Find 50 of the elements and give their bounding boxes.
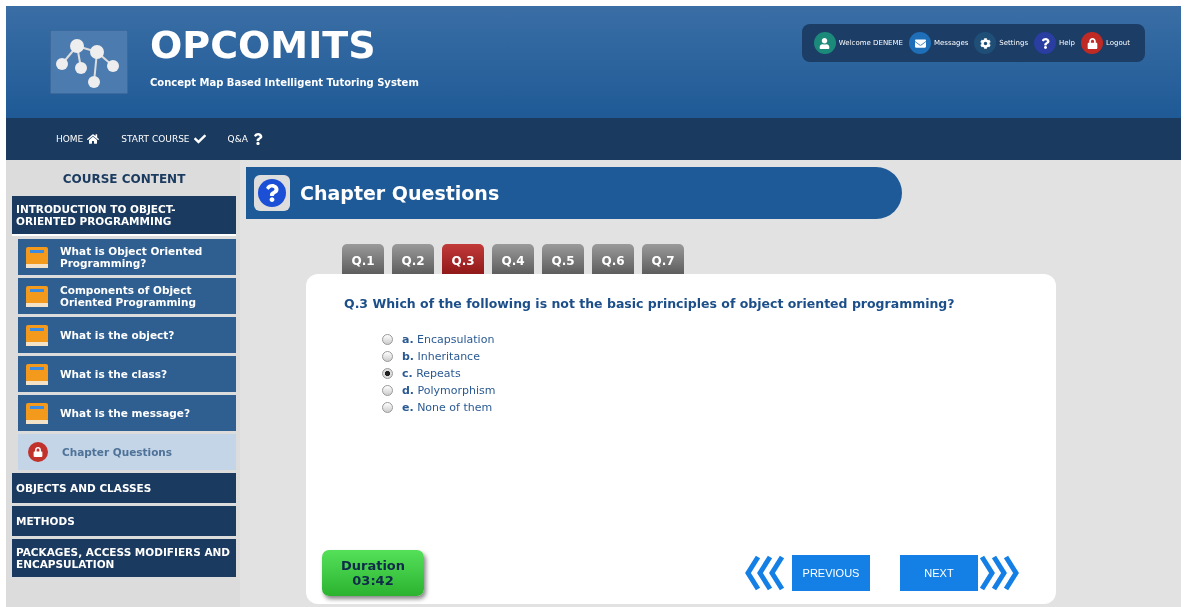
radio-button[interactable] bbox=[382, 402, 393, 413]
book-icon bbox=[24, 400, 50, 426]
radio-button[interactable] bbox=[382, 351, 393, 362]
option-label: c. Repeats bbox=[402, 367, 461, 380]
lesson-item[interactable]: Chapter Questions bbox=[18, 434, 236, 470]
help-icon[interactable] bbox=[1034, 32, 1057, 54]
lesson-label: What is the object? bbox=[60, 329, 175, 341]
chapter-item[interactable]: OBJECTS AND CLASSES bbox=[12, 473, 236, 503]
book-icon bbox=[24, 283, 50, 309]
option-label: e. None of them bbox=[402, 401, 493, 414]
lesson-label: Chapter Questions bbox=[62, 446, 173, 458]
question-text: Q.3 Which of the following is not the basic principles of object oriented programming? bbox=[344, 296, 956, 311]
lesson-item[interactable]: What is the message? bbox=[18, 395, 236, 431]
nav-link[interactable]: Q&A bbox=[227, 133, 264, 145]
lesson-item[interactable]: Components of Object Oriented Programming bbox=[18, 278, 236, 314]
radio-button[interactable] bbox=[382, 334, 393, 345]
nav-link[interactable]: START COURSE bbox=[121, 133, 206, 145]
lock-icon[interactable] bbox=[1081, 32, 1104, 54]
help-icon bbox=[254, 175, 290, 211]
home-icon bbox=[87, 133, 100, 145]
app-subtitle: Concept Map Based Intelligent Tutoring System bbox=[150, 76, 420, 88]
radio-button[interactable] bbox=[382, 368, 393, 379]
chapter-item[interactable]: METHODS bbox=[12, 506, 236, 536]
lesson-label: Components of Object Oriented Programming bbox=[60, 284, 197, 308]
question-mark-icon bbox=[251, 133, 264, 145]
radio-button[interactable] bbox=[382, 385, 393, 396]
nav-link[interactable]: HOME bbox=[56, 133, 100, 145]
chapter-item[interactable]: PACKAGES, ACCESS MODIFIERS AND ENCAPSULATION bbox=[12, 539, 236, 577]
lesson-label: What is Object Oriented Programming? bbox=[60, 245, 204, 269]
lesson-label: What is the message? bbox=[60, 407, 190, 419]
lesson-item[interactable]: What is Object Oriented Programming? bbox=[18, 239, 236, 275]
book-icon bbox=[24, 322, 50, 348]
envelope-icon[interactable] bbox=[909, 32, 931, 54]
option-label: d. Polymorphism bbox=[402, 384, 496, 397]
option-label: a. Encapsulation bbox=[402, 333, 495, 346]
book-icon bbox=[24, 244, 50, 270]
sidebar-title: COURSE CONTENT bbox=[61, 171, 187, 188]
page-title: Chapter Questions bbox=[300, 182, 500, 204]
duration-timer: Duration 03:42 bbox=[322, 550, 424, 596]
option-label: b. Inheritance bbox=[402, 350, 480, 363]
book-icon bbox=[24, 361, 50, 387]
lesson-item[interactable]: What is the class? bbox=[18, 356, 236, 392]
settings-icon[interactable] bbox=[974, 32, 997, 54]
lock-icon bbox=[28, 442, 48, 462]
lesson-item[interactable]: What is the object? bbox=[18, 317, 236, 353]
chapter-item[interactable]: INTRODUCTION TO OBJECT-ORIENTED PROGRAMMING bbox=[12, 196, 236, 236]
check-icon bbox=[193, 133, 206, 145]
app-title: OPCOMITS bbox=[150, 22, 377, 67]
lesson-label: What is the class? bbox=[60, 368, 168, 380]
user-icon[interactable] bbox=[813, 32, 836, 54]
